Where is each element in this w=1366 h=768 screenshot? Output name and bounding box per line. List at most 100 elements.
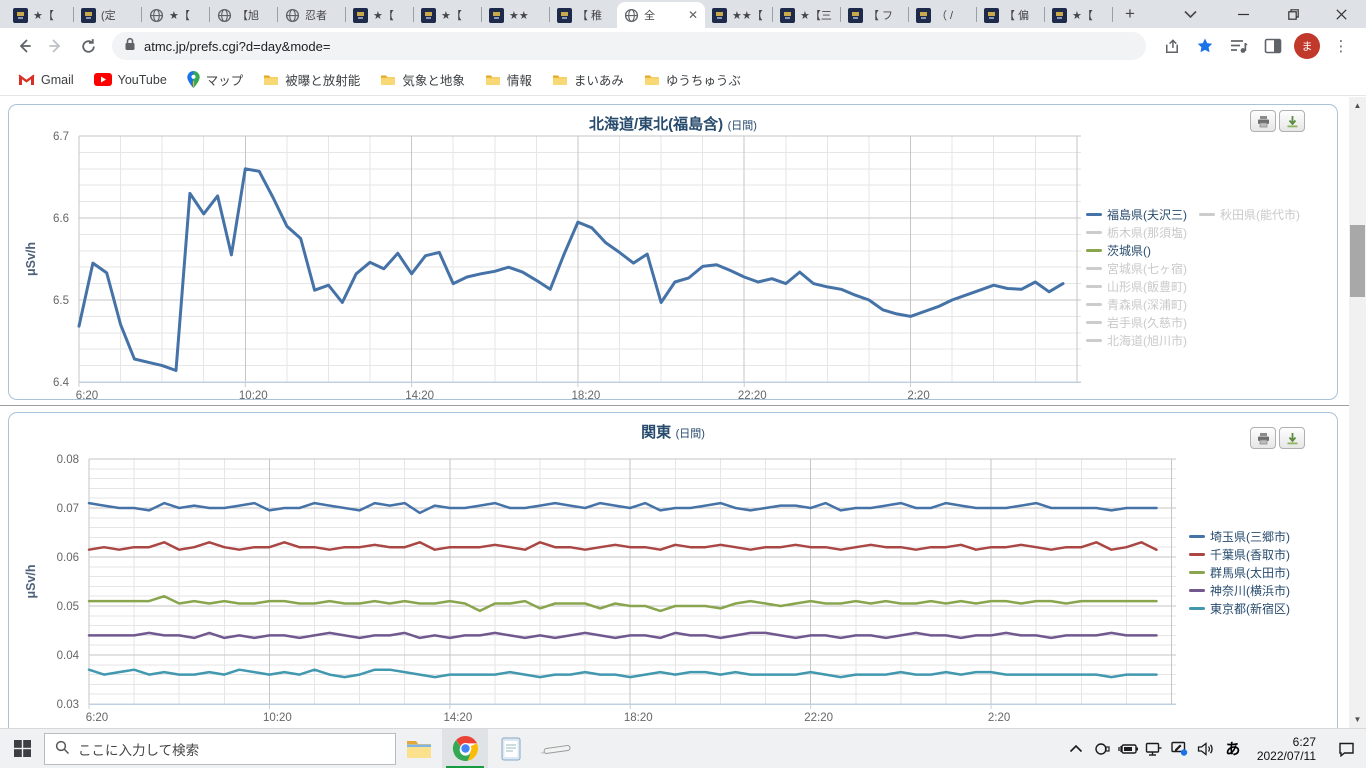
taskbar-app-explorer-icon[interactable] [396,729,442,768]
browser-tab[interactable]: ★★【 [705,2,772,28]
legend-item[interactable]: 山形県(飯豊町) [1086,277,1187,295]
battery-icon[interactable] [1115,729,1141,768]
legend-item[interactable]: 福島県(夫沢三) [1086,205,1187,223]
tab-title: ★★ [509,9,529,22]
scrollbar-down-arrow-icon[interactable]: ▼ [1349,711,1366,728]
chevron-up-icon[interactable] [1063,729,1089,768]
print-chart-button[interactable] [1250,110,1276,132]
taskbar-search-box[interactable]: ここに入力して検索 [44,732,396,765]
legend-item[interactable]: 茨城県() [1086,241,1187,259]
scrollbar-up-arrow-icon[interactable]: ▲ [1349,97,1366,114]
svg-text:18:20: 18:20 [624,712,653,724]
legend-item[interactable]: 北海道(旭川市) [1086,331,1187,349]
share-icon[interactable] [1157,32,1185,60]
chart-panel-kanto: 関東 (日間) 0.03 0.04 0.05 0.06 0.07 0.08 6:20 10:2… [8,412,1338,728]
svg-text:6.6: 6.6 [53,213,69,225]
browser-tab[interactable]: 【旭 [210,2,277,28]
bookmark-star-icon[interactable] [1191,32,1219,60]
browser-tab[interactable]: ★【 [1045,2,1112,28]
tab-title: ★【三 [800,10,832,22]
profile-avatar[interactable]: ま [1294,33,1320,59]
window-minimize-button[interactable] [1220,0,1266,28]
bookmark-maps[interactable]: マップ [179,67,252,92]
media-controls-icon[interactable] [1225,32,1253,60]
reload-button[interactable] [74,32,102,60]
legend-swatch [1189,534,1205,538]
start-button[interactable] [0,729,44,768]
legend-swatch [1189,552,1205,556]
page-content: 北海道/東北(福島含) (日間) 6.4 6.5 6.6 6.7 6:20 10:20 14… [0,97,1366,728]
legend-item[interactable]: 群馬県(太田市) [1189,563,1290,581]
section-divider [0,405,1349,406]
tab-close-icon[interactable]: ✕ [688,9,698,21]
speaker-icon[interactable] [1193,729,1219,768]
tab-search-chevron-icon[interactable] [1174,0,1206,28]
taskbar-app-notepad-icon[interactable] [488,729,534,768]
browser-tab[interactable]: 【 稚 [550,2,617,28]
tab-title: 【旭 [237,10,259,22]
bookmark-folder[interactable]: 被曝と放射能 [255,67,368,92]
svg-text:2:20: 2:20 [907,390,929,399]
bookmark-folder[interactable]: 情報 [477,67,540,92]
bookmark-folder[interactable]: ゆうちゅうぶ [636,67,749,92]
svg-text:14:20: 14:20 [405,390,434,399]
tablet-icon[interactable] [1089,729,1115,768]
browser-tab[interactable]: 忍者 [278,2,345,28]
bookmarks-bar: Gmail YouTube マップ 被曝と放射能 気象と地象 情報 まいあみ ゆうちゅうぶ [0,64,1366,96]
taskbar-app-chrome-icon[interactable] [442,728,488,768]
window-close-button[interactable] [1318,0,1364,28]
side-panel-icon[interactable] [1259,32,1287,60]
download-chart-button[interactable] [1279,110,1305,132]
browser-tab[interactable]: ★★ [482,2,549,28]
svg-text:0.03: 0.03 [57,699,79,711]
browser-tab[interactable]: (定 [74,2,141,28]
bookmark-label: 情報 [506,74,532,88]
legend-swatch [1189,606,1205,610]
bookmark-folder[interactable]: 気象と地象 [372,67,473,92]
download-chart-button[interactable] [1279,427,1305,449]
browser-tab[interactable]: （ / [909,2,976,28]
browser-toolbar: atmc.jp/prefs.cgi?d=day&mode= ま ⋮ [0,28,1366,64]
bookmark-youtube[interactable]: YouTube [86,70,175,90]
legend-item[interactable]: 栃木県(那須塩) [1086,223,1187,241]
tab-separator [1112,7,1113,22]
back-button[interactable] [10,32,38,60]
legend-item[interactable]: 千葉県(香取市) [1189,545,1290,563]
new-tab-button[interactable]: + [1117,1,1143,27]
page-scrollbar[interactable]: ▲ ▼ [1349,97,1366,728]
legend-item[interactable]: 秋田県(能代市) [1199,205,1300,223]
taskbar-app-pen-icon[interactable] [534,729,580,768]
legend-label: 青森県(深浦町) [1107,297,1187,312]
taskbar-clock[interactable]: 6:27 2022/07/11 [1247,735,1326,763]
network-icon[interactable] [1141,729,1167,768]
address-bar[interactable]: atmc.jp/prefs.cgi?d=day&mode= [112,32,1146,60]
scrollbar-thumb[interactable] [1350,225,1365,297]
legend-item[interactable]: 青森県(深浦町) [1086,295,1187,313]
bookmark-label: 気象と地象 [402,74,465,88]
window-restore-button[interactable] [1270,0,1316,28]
tab-title: ★★【 [732,10,763,22]
legend-item[interactable]: 埼玉県(三郷市) [1189,527,1290,545]
legend-item[interactable]: 宮城県(七ヶ宿) [1086,259,1187,277]
legend-item[interactable]: 岩手県(久慈市) [1086,313,1187,331]
browser-tab[interactable]: ★【 [346,2,413,28]
action-center-icon[interactable] [1326,729,1366,768]
svg-text:μSv/h: μSv/h [24,564,38,598]
browser-tab[interactable]: ★【 [6,2,73,28]
browser-tab[interactable]: 【 偏 [977,2,1044,28]
ink-workspace-icon[interactable] [1167,729,1193,768]
bookmark-gmail[interactable]: Gmail [10,70,82,90]
bookmark-folder[interactable]: まいあみ [544,67,632,92]
browser-tab[interactable]: ★【 [414,2,481,28]
ime-indicator[interactable]: あ [1219,738,1247,759]
browser-tab[interactable]: ★【三 [773,2,840,28]
browser-tab[interactable]: 【 フ [841,2,908,28]
menu-kebab-icon[interactable]: ⋮ [1327,32,1355,60]
legend-item[interactable]: 神奈川(横浜市) [1189,581,1290,599]
legend-item[interactable]: 東京都(新宿区) [1189,599,1290,617]
browser-tab-active[interactable]: 全 ✕ [617,2,705,28]
forward-button[interactable] [42,32,70,60]
screen: ★【 (定 ★【 【旭 忍者 ★【 ★【 ★★ 【 稚全 ✕ ★★【 ★【三【 フ（ / 【 偏 ★【 +… [0,0,1366,768]
print-chart-button[interactable] [1250,427,1276,449]
browser-tab[interactable]: ★【 [142,2,209,28]
